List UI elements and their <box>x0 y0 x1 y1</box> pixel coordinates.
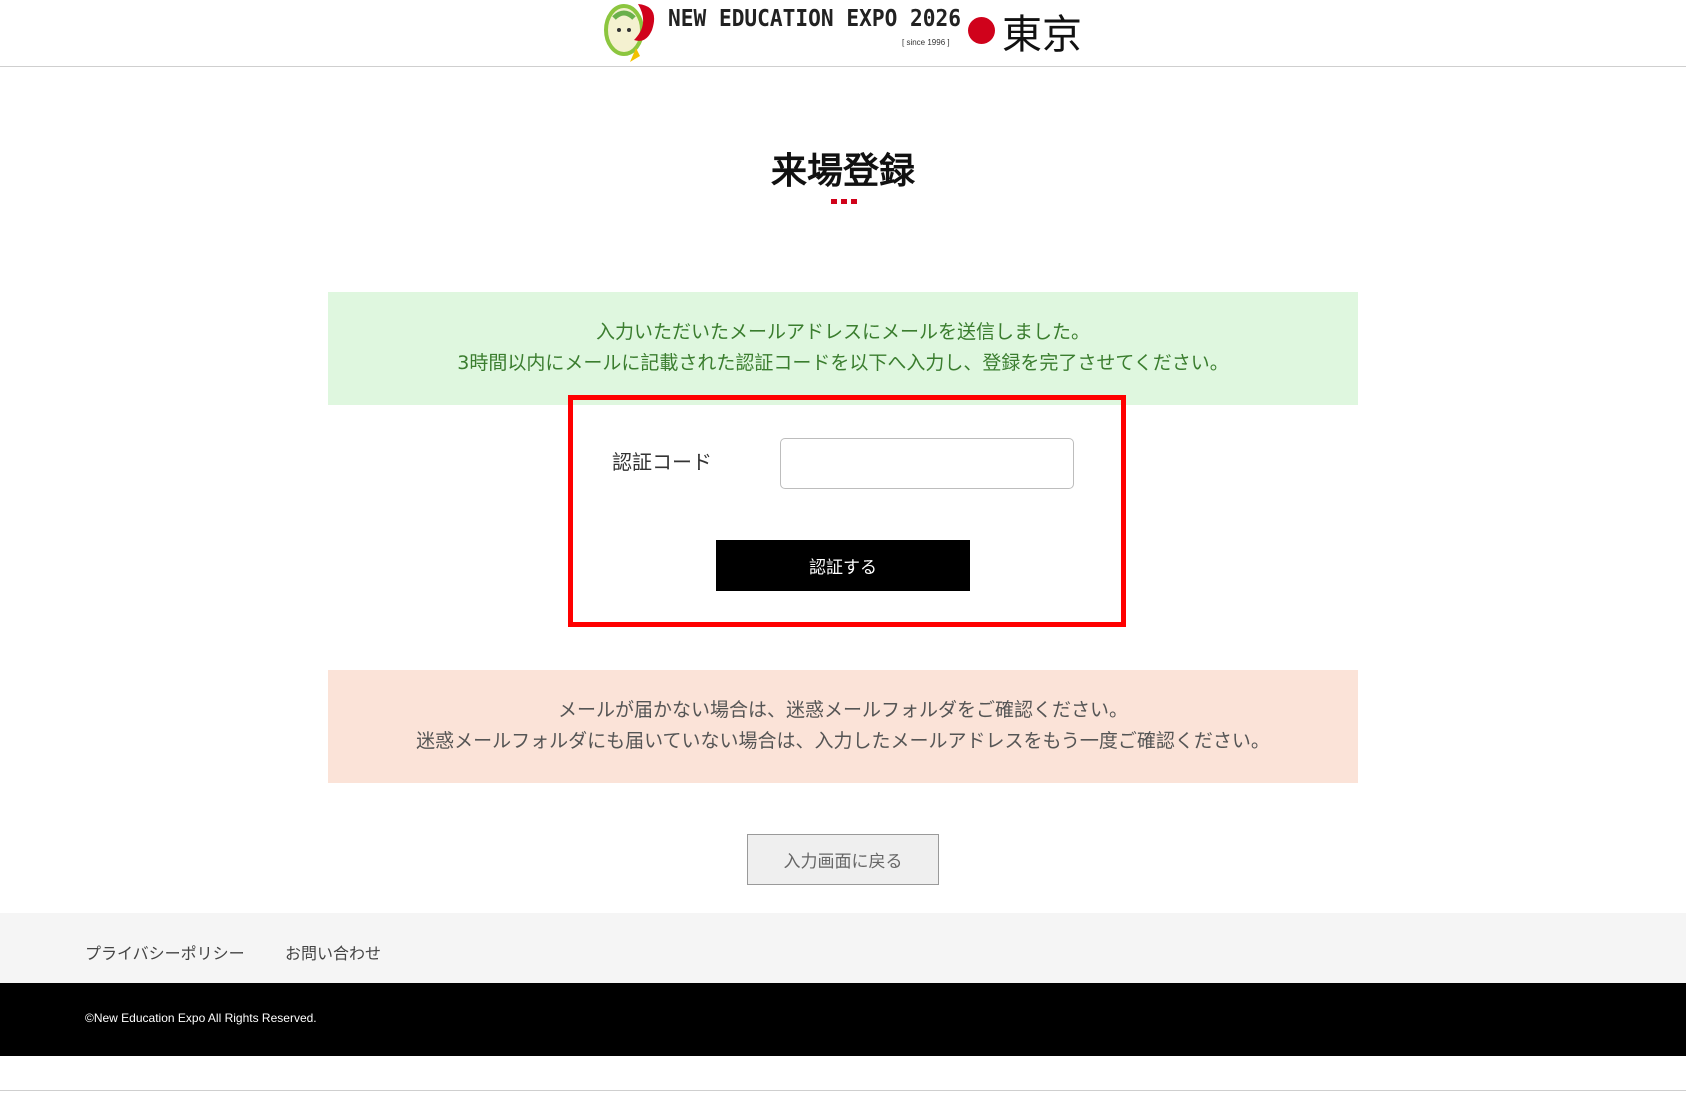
success-notice-line1: 入力いただいたメールアドレスにメールを送信しました。 <box>595 321 1090 343</box>
success-notice: 入力いただいたメールアドレスにメールを送信しました。 3時間以内にメールに記載さ… <box>328 292 1358 405</box>
code-label: 認証コード <box>612 450 712 474</box>
success-notice-line2: 3時間以内にメールに記載された認証コードを以下へ入力し、登録を完了させてください… <box>457 352 1229 374</box>
code-input[interactable] <box>780 438 1074 489</box>
page-title: 来場登録 <box>770 151 915 192</box>
warning-notice-line2: 迷惑メールフォルダにも届いていない場合は、入力したメールアドレスをもう一度ご確認… <box>416 730 1270 752</box>
title-dot <box>851 199 857 204</box>
highlight-box <box>568 395 1126 627</box>
mascot-logo-icon <box>604 4 655 62</box>
title-dot <box>841 199 847 204</box>
title-dot <box>831 199 837 204</box>
privacy-policy-link[interactable]: プライバシーポリシー <box>85 940 245 964</box>
logo-text: NEW EDUCATION EXPO 2026 <box>668 6 962 32</box>
warning-notice: メールが届かない場合は、迷惑メールフォルダをご確認ください。 迷惑メールフォルダ… <box>328 670 1358 783</box>
verify-button[interactable]: 認証する <box>716 540 970 591</box>
footer-links: プライバシーポリシー お問い合わせ <box>0 913 1686 983</box>
back-button[interactable]: 入力画面に戻る <box>747 834 939 885</box>
copyright-text: ©New Education Expo All Rights Reserved. <box>85 1011 317 1025</box>
city-label: 東京 <box>1002 12 1082 58</box>
site-header: NEW EDUCATION EXPO 2026 [ since 1996 ] 東… <box>0 0 1686 67</box>
since-label: [ since 1996 ] <box>902 38 950 47</box>
warning-notice-line1: メールが届かない場合は、迷惑メールフォルダをご確認ください。 <box>557 699 1128 721</box>
red-dot-icon <box>968 17 995 44</box>
title-dots-decoration <box>831 199 857 204</box>
site-logo[interactable]: NEW EDUCATION EXPO 2026 [ since 1996 ] 東… <box>600 0 1090 66</box>
footer-bottom: ©New Education Expo All Rights Reserved. <box>0 983 1686 1056</box>
contact-link[interactable]: お問い合わせ <box>285 940 381 964</box>
page-divider <box>0 1090 1686 1091</box>
